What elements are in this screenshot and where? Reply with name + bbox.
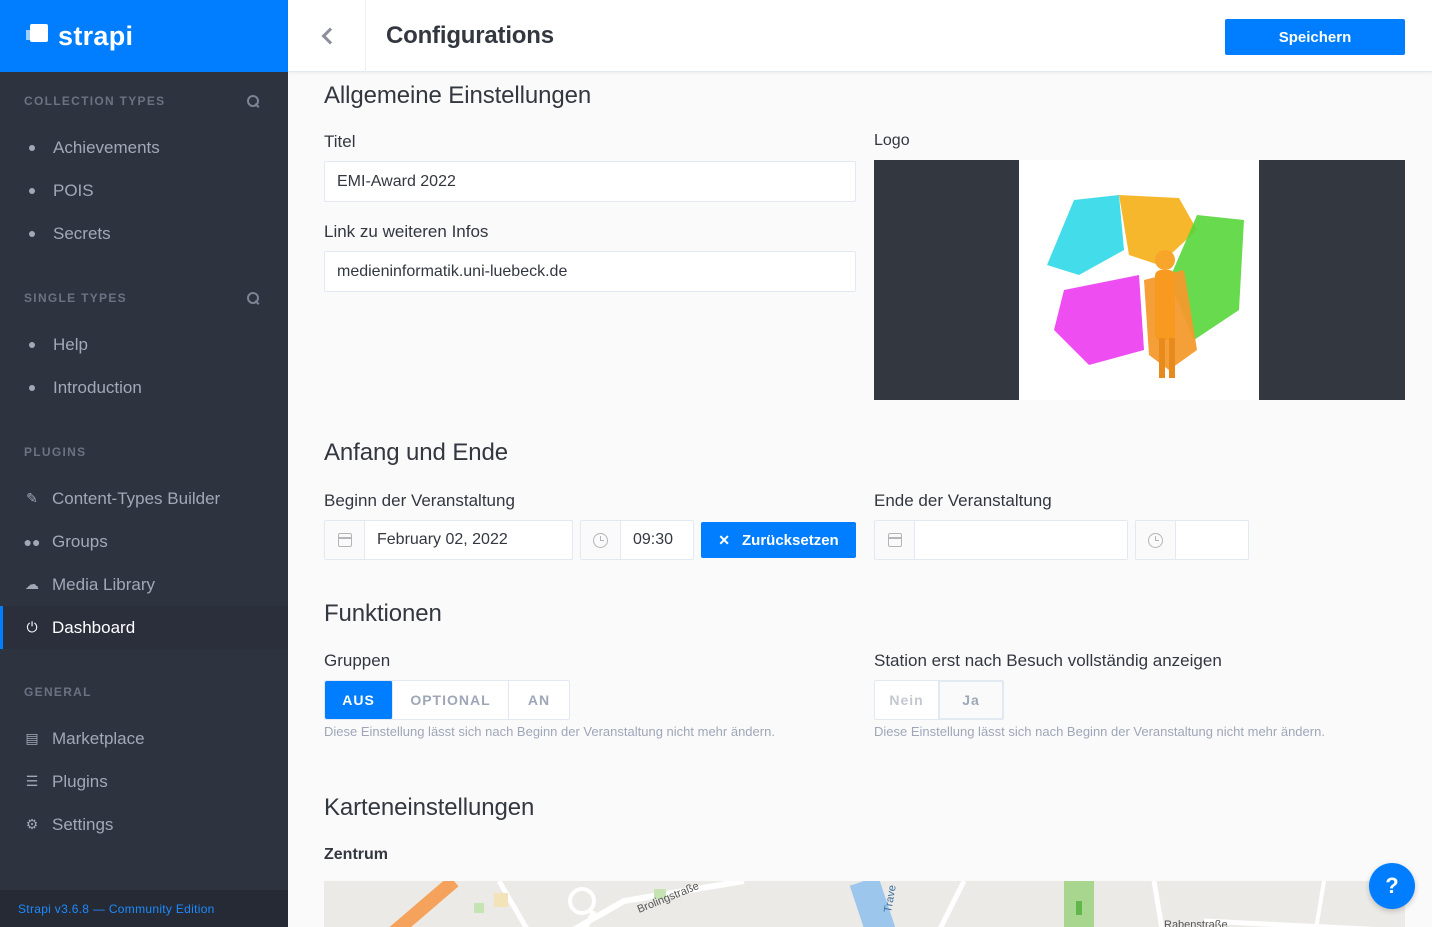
plug-icon: ⏻ [26,619,38,635]
chevron-left-icon [321,27,338,44]
start-time-value: 09:30 [633,531,674,548]
sidebar-item-label: Dashboard [52,617,136,637]
gear-icon: ⚙ [25,816,39,832]
help-button[interactable]: ? [1369,863,1415,909]
station-option-ja[interactable]: Ja [939,681,1003,719]
calendar-icon [887,533,902,547]
sidebar-item-content-types-builder[interactable]: ✎ Content-Types Builder [0,477,288,520]
section-heading-map: Karteneinstellungen [324,794,535,821]
start-label: Beginn der Veranstaltung [324,491,515,510]
sidebar-item-media-library[interactable]: ☁ Media Library [0,563,288,606]
sidebar-item-label: Help [53,334,88,354]
groups-toggle: AUS OPTIONAL AN [324,680,570,720]
bullet-icon [29,230,35,237]
single-types-section: Single Types Help Introduction [0,269,288,409]
sidebar-item-dashboard[interactable]: ⏻ Dashboard [0,606,288,649]
center-label: Zentrum [324,846,388,863]
groups-hint: Diese Einstellung lässt sich nach Beginn… [324,724,775,739]
section-title-collection-types: Collection Types [24,94,166,108]
brand-header[interactable]: strapi [0,0,288,72]
sidebar-item-introduction[interactable]: Introduction [0,366,288,409]
sidebar-item-achievements[interactable]: Achievements [0,126,288,169]
sidebar-item-label: Plugins [52,771,108,791]
end-time-picker[interactable] [1135,520,1249,560]
sidebar: strapi Collection Types Achievements POI… [0,0,288,927]
clock-icon [593,532,608,548]
sidebar-item-label: POIS [53,180,94,200]
section-title-general: General [24,685,92,699]
sidebar-item-marketplace[interactable]: ▤ Marketplace [0,717,288,760]
calendar-icon [337,533,352,547]
back-button[interactable] [288,0,366,72]
station-option-nein[interactable]: Nein [875,681,939,719]
collection-types-section: Collection Types Achievements POIS Secre… [0,72,288,255]
sidebar-item-label: Secrets [53,223,111,243]
top-header: Configurations Speichern [288,0,1432,72]
plugins-section: Plugins ✎ Content-Types Builder ●● Groups … [0,423,288,649]
general-section: General ▤ Marketplace ☰ Plugins ⚙ Settings [0,663,288,846]
bullet-icon [29,384,35,391]
sidebar-item-label: Achievements [53,137,160,157]
map-street-label: Rabenstraße [1164,919,1228,927]
reset-button[interactable]: ✕ Zurücksetzen [701,522,856,558]
logo-preview[interactable] [874,160,1405,400]
groups-option-an[interactable]: AN [509,681,569,719]
sidebar-item-label: Settings [52,814,114,834]
sidebar-item-pois[interactable]: POIS [0,169,288,212]
list-icon: ☰ [25,773,39,789]
link-label: Link zu weiteren Infos [324,222,489,241]
clock-icon [1148,532,1163,548]
end-label: Ende der Veranstaltung [874,491,1052,510]
users-icon: ●● [23,533,41,550]
cloud-icon: ☁ [25,576,39,592]
save-button[interactable]: Speichern [1225,19,1405,55]
groups-label: Gruppen [324,651,391,670]
start-date-picker[interactable]: February 02, 2022 [324,520,573,560]
search-icon[interactable] [247,291,260,305]
sidebar-item-plugins[interactable]: ☰ Plugins [0,760,288,803]
page-title: Configurations [386,21,554,49]
end-date-picker[interactable] [874,520,1128,560]
logo-label: Logo [874,132,910,149]
sidebar-item-secrets[interactable]: Secrets [0,212,288,255]
brush-icon: ✎ [26,490,38,506]
sidebar-item-help[interactable]: Help [0,323,288,366]
start-time-picker[interactable]: 09:30 [580,520,694,560]
section-heading-schedule: Anfang und Ende [324,439,508,466]
logo-image [1019,160,1259,400]
section-heading-general: Allgemeine Einstellungen [324,82,592,109]
groups-option-aus[interactable]: AUS [325,681,393,719]
reset-label: Zurücksetzen [742,531,839,549]
station-toggle: Nein Ja [874,680,1004,720]
sidebar-item-label: Introduction [53,377,142,397]
close-icon: ✕ [718,531,731,548]
sidebar-item-groups[interactable]: ●● Groups [0,520,288,563]
sidebar-item-label: Media Library [52,574,155,594]
groups-option-optional[interactable]: OPTIONAL [393,681,509,719]
sidebar-item-settings[interactable]: ⚙ Settings [0,803,288,846]
brand-name: strapi [58,20,134,51]
section-heading-functions: Funktionen [324,600,442,627]
station-label: Station erst nach Besuch vollständig anz… [874,651,1222,670]
bullet-icon [29,341,35,348]
link-input[interactable]: medieninformatik.uni-luebeck.de [324,251,856,292]
sidebar-item-label: Content-Types Builder [52,488,221,508]
sidebar-item-label: Marketplace [52,728,145,748]
version-footer[interactable]: Strapi v3.6.8 — Community Edition [0,890,288,927]
station-hint: Diese Einstellung lässt sich nach Beginn… [874,724,1325,739]
bullet-icon [29,144,35,151]
search-icon[interactable] [247,94,260,108]
title-label: Titel [324,132,356,151]
start-date-value: February 02, 2022 [377,531,508,548]
title-input[interactable]: EMI-Award 2022 [324,161,856,202]
shop-icon: ▤ [25,730,39,746]
map-view[interactable]: Brolingstraße Trave Rabenstraße [324,881,1405,927]
section-title-plugins: Plugins [24,445,87,459]
strapi-logo-icon [26,24,50,48]
section-title-single-types: Single Types [24,291,127,305]
sidebar-item-label: Groups [52,531,108,551]
bullet-icon [29,187,35,194]
